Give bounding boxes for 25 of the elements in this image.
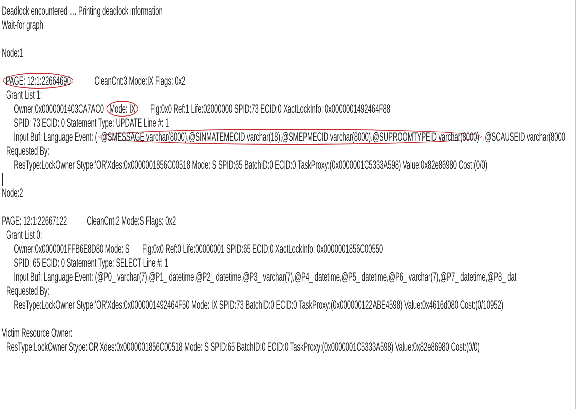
log-text: SPID: 65 ECID: 0 Statement Type: SELECT Line #: 1 [14,256,168,270]
log-text: Grant List 0: [6,228,42,242]
log-text: Requested By: [6,284,50,298]
log-text: Deadlock encountered .... Printing deadlock information [2,4,163,18]
log-text: Requested By: [6,144,50,158]
log-text: CleanCnt:3 Mode:IX Flags: 0x2 [94,74,186,88]
log-text: Node:1 [2,46,24,60]
log-text: Owner:0x0000001403CA7AC0 [14,102,105,116]
log-text: Node:2 [2,186,24,200]
log-text: SPID: 73 ECID: 0 Statement Type: UPDATE Line #: 1 [14,116,170,130]
circled-log-text: PAGE: 12:1:22664690 [3,73,74,89]
log-text: CleanCnt:2 Mode:S Flags: 0x2 [86,214,176,228]
text-cursor [2,173,4,186]
log-text: Flg:0x0 Ref:1 Life:02000000 SPID:73 ECID:0 XactLockInfo: 0x0000001492464F88 [150,102,390,116]
log-text: Victim Resource Owner: [2,326,73,340]
log-text: ResType:LockOwner Stype:'OR'Xdes:0x0000001492464F50 Mode: IX SPID:73 BatchID:0 ECID:0 TaskProxy:(0x000000122ABE4598) Value:0x4616d080 Cost:(0/10952) [14,298,504,312]
log-text: Wait-for graph [2,18,44,32]
log-text: ResType:LockOwner Stype:'OR'Xdes:0x0000001856C00518 Mode: S SPID:65 BatchID:0 ECID:0 TaskProxy:(0x0000001C5333A598) Value:0x82e86980 Cost:(0/0) [14,158,488,172]
log-text: Input Buf: Language Event: (@P0_ varchar(7),@P1_ datetime,@P2_ datetime,@P3_ varchar(7),@P4_ datetime,@P5_ datetime,@P6_ varchar(7),@P7_ datetime,@P8_ dat [14,270,517,284]
log-text: Input Buf: Language Event: ( [14,130,98,144]
log-text: ResType:LockOwner Stype:'OR'Xdes:0x0000001856C00518 Mode: S SPID:65 BatchID:0 ECID:0 TaskProxy:(0x0000001C5333A598) Value:0x82e86980 Cost:(0/0) [6,340,480,354]
log-text: PAGE: 12:1:22667122 [2,214,68,228]
log-text: Grant List 1: [6,88,42,102]
log-text: ,@SCAUSEID varchar(8000 [483,130,566,144]
log-text: Owner:0x0000001FFB6E8D80 Mode: S Flg:0x0 Ref:0 Life:00000001 SPID:65 ECID:0 XactLockInfo: 0x0000001856C00550 [14,242,384,256]
